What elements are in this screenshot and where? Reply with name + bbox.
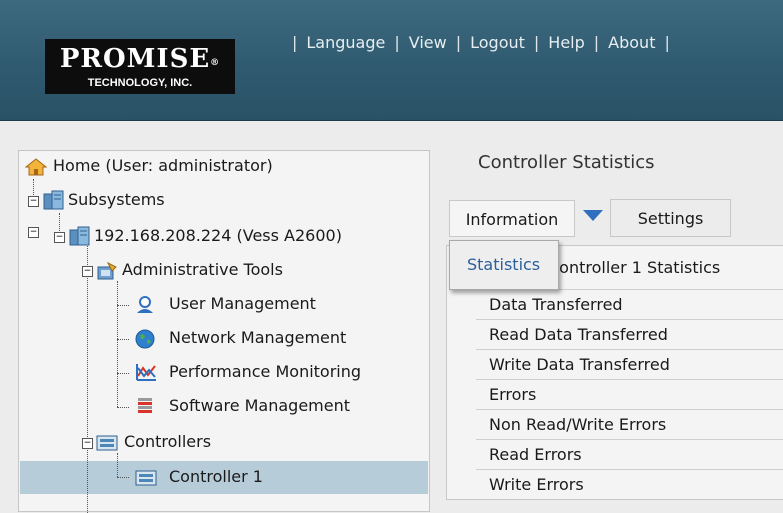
- tree-connector: [117, 373, 129, 374]
- tree-item-label: 192.168.208.224 (Vess A2600): [94, 226, 342, 245]
- statistics-row[interactable]: Write Errors: [476, 469, 783, 499]
- nav-separator: |: [664, 33, 670, 52]
- registered-mark: ®: [210, 58, 221, 68]
- server-rack-icon: [69, 226, 90, 246]
- user-icon: [137, 296, 153, 313]
- nav-separator: |: [533, 33, 540, 52]
- controller-icon: [135, 470, 157, 486]
- nav-language-link[interactable]: Language: [306, 33, 385, 52]
- controller-icon: [96, 435, 118, 451]
- tree-item-label: Controller 1: [169, 467, 263, 486]
- app-header: PROMISE® TECHNOLOGY, INC. | Language | View…: [0, 0, 783, 121]
- tree-item-label: Performance Monitoring: [169, 362, 362, 381]
- globe-icon: [135, 329, 155, 349]
- statistics-row[interactable]: Write Data Transferred: [476, 349, 783, 379]
- nav-separator: |: [593, 33, 600, 52]
- tree-item-label: Network Management: [169, 328, 347, 347]
- tree-item-controller-1[interactable]: Controller 1: [135, 464, 263, 490]
- statistics-row[interactable]: Data Transferred: [476, 289, 783, 319]
- tree-item-subsystems[interactable]: − Subsystems: [25, 187, 165, 213]
- tree-item-software-management[interactable]: Software Management: [135, 393, 350, 419]
- server-rack-icon: [43, 190, 64, 210]
- tree-item-administrative-tools[interactable]: − Administrative Tools: [79, 257, 283, 283]
- tree-connector: [117, 281, 118, 407]
- home-icon: [25, 158, 47, 176]
- collapse-toggle[interactable]: −: [82, 438, 93, 449]
- nav-separator: |: [455, 33, 462, 52]
- logo-subtitle: TECHNOLOGY, INC.: [87, 77, 193, 89]
- nav-about-link[interactable]: About: [608, 33, 655, 52]
- tree-item-label: Administrative Tools: [122, 260, 283, 279]
- statistics-row[interactable]: Read Errors: [476, 439, 783, 469]
- tree-item-label: Software Management: [169, 396, 351, 415]
- statistics-row[interactable]: Read Data Transferred: [476, 319, 783, 349]
- tree-connector: [117, 305, 129, 306]
- tree-item-network-management[interactable]: Network Management: [135, 325, 346, 351]
- tab-settings[interactable]: Settings: [610, 199, 731, 237]
- tree-connector: [117, 339, 129, 340]
- tab-information[interactable]: Information: [449, 200, 575, 237]
- statistics-row[interactable]: Errors: [476, 379, 783, 409]
- software-stack-icon: [138, 398, 152, 413]
- collapse-toggle[interactable]: −: [28, 196, 39, 207]
- nav-help-link[interactable]: Help: [548, 33, 584, 52]
- page-title: Controller Statistics: [478, 152, 655, 173]
- tree-item-controllers[interactable]: − Controllers: [79, 429, 211, 455]
- tree-item-label: User Management: [169, 294, 316, 313]
- tree-item-user-management[interactable]: User Management: [135, 291, 316, 317]
- tree-item-subsystem[interactable]: − 192.168.208.224 (Vess A2600): [51, 223, 342, 249]
- tree-connector: [117, 407, 129, 408]
- nav-separator: |: [394, 33, 400, 52]
- nav-view-link[interactable]: View: [409, 33, 447, 52]
- tree-item-label: Subsystems: [68, 190, 165, 209]
- statistics-row[interactable]: Non Read/Write Errors: [476, 409, 783, 439]
- logo-wordmark: PROMISE: [59, 44, 211, 74]
- navigation-tree: Home (User: administrator) − − Subsystem…: [18, 150, 430, 513]
- collapse-toggle[interactable]: −: [28, 227, 39, 238]
- tree-item-label: Home (User: administrator): [53, 156, 273, 175]
- tree-connector: [117, 453, 118, 477]
- admin-tools-icon: [97, 261, 117, 280]
- tree-connector: [117, 477, 129, 478]
- nav-separator: |: [292, 33, 298, 52]
- collapse-toggle[interactable]: −: [54, 232, 65, 243]
- information-dropdown-menu: Statistics: [449, 240, 559, 290]
- tree-item-label: Controllers: [124, 432, 212, 451]
- tree-connector: [87, 243, 88, 513]
- performance-chart-icon: [136, 364, 156, 381]
- promise-logo: PROMISE® TECHNOLOGY, INC.: [45, 39, 235, 94]
- collapse-toggle[interactable]: −: [82, 266, 93, 277]
- top-nav: | Language | View | Logout | Help | About |: [283, 33, 679, 55]
- statistics-table-header: Controller 1 Statistics: [548, 258, 721, 277]
- dropdown-caret-icon[interactable]: [583, 210, 603, 221]
- tree-item-performance-monitoring[interactable]: Performance Monitoring: [135, 359, 361, 385]
- nav-logout-link[interactable]: Logout: [470, 33, 525, 52]
- menu-item-statistics[interactable]: Statistics: [467, 255, 540, 274]
- tree-item-home[interactable]: Home (User: administrator): [25, 153, 273, 179]
